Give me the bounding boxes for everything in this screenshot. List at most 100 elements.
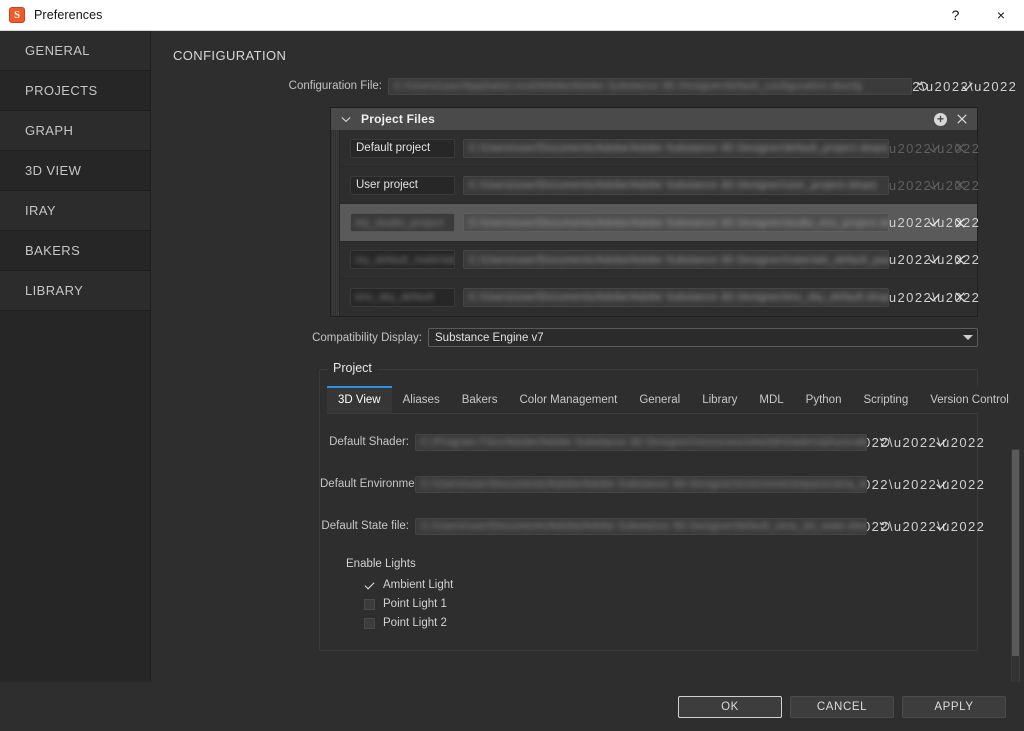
- project-path[interactable]: C:/Users/user/Documents/Adobe/Adobe Subs…: [463, 287, 889, 307]
- row-actions: \u2022\u2022\u2022: [836, 250, 979, 270]
- checkbox-label: Point Light 1: [383, 598, 447, 610]
- close-icon[interactable]: [947, 287, 973, 307]
- project-path[interactable]: C:/Users/user/Documents/Adobe/Adobe Subs…: [463, 175, 889, 195]
- close-icon[interactable]: [947, 213, 973, 233]
- default-environment-map-actions: \u2022\u2022\u2022: [841, 474, 984, 494]
- check-icon[interactable]: [927, 432, 955, 452]
- cancel-button[interactable]: CANCEL: [790, 695, 894, 718]
- scrollbar-thumb[interactable]: [1012, 450, 1019, 656]
- checkbox-point-light-1[interactable]: Point Light 1: [364, 598, 977, 610]
- close-icon[interactable]: [947, 250, 973, 270]
- configuration-file-label: Configuration File:: [288, 80, 382, 92]
- default-shader-value: C:/Program Files/Adobe/Adobe Substance 3…: [421, 436, 866, 448]
- default-state-file-value: C:/Users/user/Documents/Adobe/Adobe Subs…: [421, 520, 867, 532]
- check-icon[interactable]: [921, 287, 947, 307]
- ellipsis-icon[interactable]: \u2022\u2022\u2022: [873, 76, 1016, 96]
- default-environment-map-input[interactable]: C:/Users/user/Documents/Adobe/Adobe Subs…: [415, 475, 867, 493]
- project-name[interactable]: my_studio_project: [350, 213, 455, 232]
- ellipsis-icon[interactable]: \u2022\u2022\u2022: [836, 250, 979, 270]
- tab-label: Version Control: [930, 394, 1009, 406]
- default-environment-map-label: Default Environment Map:: [320, 478, 453, 490]
- content-scrollbar[interactable]: [1011, 449, 1020, 682]
- default-shader-input[interactable]: C:/Program Files/Adobe/Adobe Substance 3…: [415, 433, 867, 451]
- row-actions: \u2022\u2022\u2022: [836, 138, 979, 158]
- default-state-file-input[interactable]: C:/Users/user/Documents/Adobe/Adobe Subs…: [415, 517, 867, 535]
- close-button[interactable]: ×: [978, 0, 1024, 31]
- sidebar-item-bakers[interactable]: BAKERS: [0, 231, 150, 271]
- sidebar-item-label: 3D VIEW: [25, 163, 82, 178]
- window-title: Preferences: [34, 8, 103, 22]
- help-button[interactable]: ?: [933, 0, 978, 31]
- sidebar-item-3d-view[interactable]: 3D VIEW: [0, 151, 150, 191]
- project-tabs: 3D View Aliases Bakers Color Management …: [327, 386, 1020, 414]
- table-row[interactable]: my_default_materials C:/Users/user/Docum…: [340, 241, 979, 279]
- check-icon[interactable]: [921, 250, 947, 270]
- ellipsis-icon[interactable]: \u2022\u2022\u2022: [836, 175, 979, 195]
- plus-circle-icon[interactable]: +: [934, 112, 947, 126]
- sidebar-item-projects[interactable]: PROJECTS: [0, 71, 150, 111]
- compatibility-display-row: Compatibility Display: Substance Engine …: [151, 328, 978, 347]
- check-icon[interactable]: [921, 213, 947, 233]
- project-path[interactable]: C:/Users/user/Documents/Adobe/Adobe Subs…: [463, 138, 889, 158]
- sidebar-item-library[interactable]: LIBRARY: [0, 271, 150, 311]
- check-icon[interactable]: [927, 474, 955, 494]
- configuration-file-input[interactable]: C:/Users/user/AppData/Local/Adobe/Adobe …: [388, 77, 912, 95]
- chevron-down-icon[interactable]: [339, 116, 353, 123]
- project-files-header-buttons: +: [934, 109, 971, 129]
- sidebar-item-label: IRAY: [25, 203, 56, 218]
- ellipsis-icon[interactable]: \u2022\u2022\u2022: [836, 138, 979, 158]
- checkbox-ambient-light[interactable]: Ambient Light: [364, 579, 977, 591]
- ellipsis-icon[interactable]: \u2022\u2022\u2022: [836, 287, 979, 307]
- tab-version-control[interactable]: Version Control: [919, 387, 1020, 413]
- project-path[interactable]: C:/Users/user/Documents/Adobe/Adobe Subs…: [463, 213, 889, 232]
- check-icon[interactable]: [956, 76, 978, 96]
- ellipsis-icon[interactable]: \u2022\u2022\u2022: [841, 432, 984, 452]
- compatibility-display-select[interactable]: Substance Engine v7: [428, 328, 978, 347]
- project-name-value: my_studio_project: [355, 216, 444, 229]
- tab-color-management[interactable]: Color Management: [508, 387, 629, 413]
- project-name[interactable]: User project: [350, 175, 455, 195]
- project-group-legend: Project: [328, 361, 377, 375]
- tab-mdl[interactable]: MDL: [748, 387, 795, 413]
- project-files-rail[interactable]: [331, 130, 340, 316]
- tab-scripting[interactable]: Scripting: [852, 387, 920, 413]
- tab-aliases[interactable]: Aliases: [391, 387, 451, 413]
- project-path-value: C:/Users/user/Documents/Adobe/Adobe Subs…: [469, 179, 877, 192]
- dialog-body: GENERAL PROJECTS GRAPH 3D VIEW IRAY BAKE…: [0, 31, 1024, 682]
- ok-button[interactable]: OK: [678, 695, 782, 718]
- tab-3d-view[interactable]: 3D View: [327, 386, 392, 413]
- table-row[interactable]: my_studio_project C:/Users/user/Document…: [340, 204, 979, 242]
- project-name[interactable]: my_default_materials: [350, 250, 455, 270]
- substance-designer-icon: S: [9, 7, 25, 23]
- tab-panel-3d-view: Default Shader: C:/Program Files/Adobe/A…: [320, 414, 984, 629]
- sidebar-item-graph[interactable]: GRAPH: [0, 111, 150, 151]
- sidebar-item-label: GRAPH: [25, 123, 74, 138]
- sidebar-item-iray[interactable]: IRAY: [0, 191, 150, 231]
- tab-label: General: [639, 394, 681, 406]
- check-icon[interactable]: [927, 516, 955, 536]
- table-row[interactable]: User project C:/Users/user/Documents/Ado…: [340, 167, 979, 205]
- project-path[interactable]: C:/Users/user/Documents/Adobe/Adobe Subs…: [463, 250, 889, 270]
- tab-general[interactable]: General: [628, 387, 692, 413]
- project-name[interactable]: env_sky_default: [350, 287, 455, 307]
- ellipsis-icon[interactable]: \u2022\u2022\u2022: [841, 474, 984, 494]
- close-icon: [947, 138, 973, 158]
- close-icon[interactable]: [953, 109, 971, 129]
- compatibility-display-value: Substance Engine v7: [435, 331, 544, 344]
- tab-bakers[interactable]: Bakers: [450, 387, 509, 413]
- tab-label: Library: [702, 394, 738, 406]
- title-bar: S Preferences ? ×: [0, 0, 1024, 31]
- tab-python[interactable]: Python: [794, 387, 853, 413]
- checkbox-icon: [364, 617, 375, 629]
- tab-library[interactable]: Library: [691, 387, 749, 413]
- checkbox-point-light-2[interactable]: Point Light 2: [364, 617, 977, 629]
- table-row[interactable]: Default project C:/Users/user/Documents/…: [340, 130, 979, 168]
- project-name[interactable]: Default project: [350, 138, 455, 158]
- table-row[interactable]: env_sky_default C:/Users/user/Documents/…: [340, 278, 979, 316]
- default-state-file-row: Default State file: C:/Users/user/Docume…: [320, 516, 984, 536]
- sidebar-item-general[interactable]: GENERAL: [0, 31, 150, 71]
- default-shader-label: Default Shader:: [329, 436, 409, 448]
- ellipsis-icon[interactable]: \u2022\u2022\u2022: [841, 516, 984, 536]
- ellipsis-icon[interactable]: \u2022\u2022\u2022: [836, 213, 979, 233]
- apply-button[interactable]: APPLY: [902, 695, 1006, 718]
